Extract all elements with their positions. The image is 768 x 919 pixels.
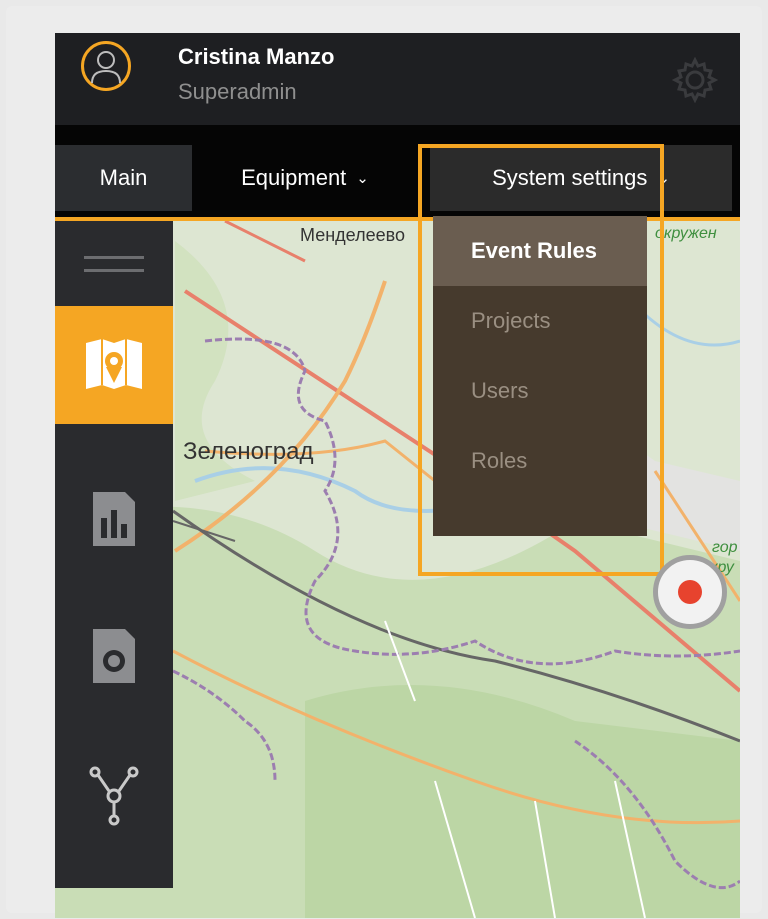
record-icon [678, 580, 702, 604]
user-icon [91, 51, 121, 84]
stats-icon [93, 492, 135, 546]
app-container: Зеленоград Менделеево окружен гор кру Cr… [55, 33, 740, 918]
user-header: Cristina Manzo Superadmin [55, 33, 740, 125]
map-label-mendeleevo: Менделеево [300, 225, 405, 245]
tab-main-label: Main [99, 165, 148, 190]
camera-icon [93, 629, 135, 683]
sidebar [55, 221, 173, 888]
user-name: Cristina Manzo [178, 44, 335, 69]
tab-system-settings-label: System settings [492, 165, 648, 190]
tab-main[interactable]: Main [55, 145, 192, 211]
menu-item-event-rules[interactable]: Event Rules [433, 216, 647, 286]
sidebar-item-camera[interactable] [55, 591, 173, 721]
menu-item-label: Projects [471, 308, 551, 333]
tab-equipment[interactable]: Equipment ⌄ [195, 145, 415, 211]
window-frame: Зеленоград Менделеево окружен гор кру Cr… [6, 6, 762, 918]
map-icon [86, 339, 142, 389]
menu-icon [84, 255, 144, 272]
tab-equipment-label: Equipment [241, 165, 347, 190]
sidebar-item-menu[interactable] [55, 221, 173, 306]
menu-item-roles[interactable]: Roles [433, 426, 647, 496]
menu-item-label: Roles [471, 448, 528, 473]
sidebar-item-stats[interactable] [55, 454, 173, 584]
menu-item-label: Event Rules [471, 238, 597, 263]
user-role: Superadmin [178, 79, 297, 104]
menu-item-label: Users [471, 378, 529, 403]
map-label-gor: гор [712, 539, 738, 556]
tab-system-settings[interactable]: System settings ⌄ [430, 145, 732, 211]
map-label-okruzh: окружен [655, 225, 717, 242]
system-settings-dropdown: Event Rules Projects Users Roles [433, 216, 647, 536]
chevron-down-icon: ⌄ [356, 170, 369, 187]
sidebar-item-map[interactable] [55, 306, 173, 424]
avatar[interactable] [81, 41, 131, 91]
top-nav: Main Equipment ⌄ System settings ⌄ [55, 125, 740, 220]
menu-item-users[interactable]: Users [433, 356, 647, 426]
network-icon [89, 766, 139, 826]
record-button[interactable] [653, 555, 727, 629]
map-label-zelenograd: Зеленоград [183, 438, 314, 465]
sidebar-item-network[interactable] [55, 726, 173, 866]
chevron-down-icon: ⌄ [657, 170, 670, 187]
menu-item-projects[interactable]: Projects [433, 286, 647, 356]
gear-icon[interactable] [672, 57, 718, 103]
